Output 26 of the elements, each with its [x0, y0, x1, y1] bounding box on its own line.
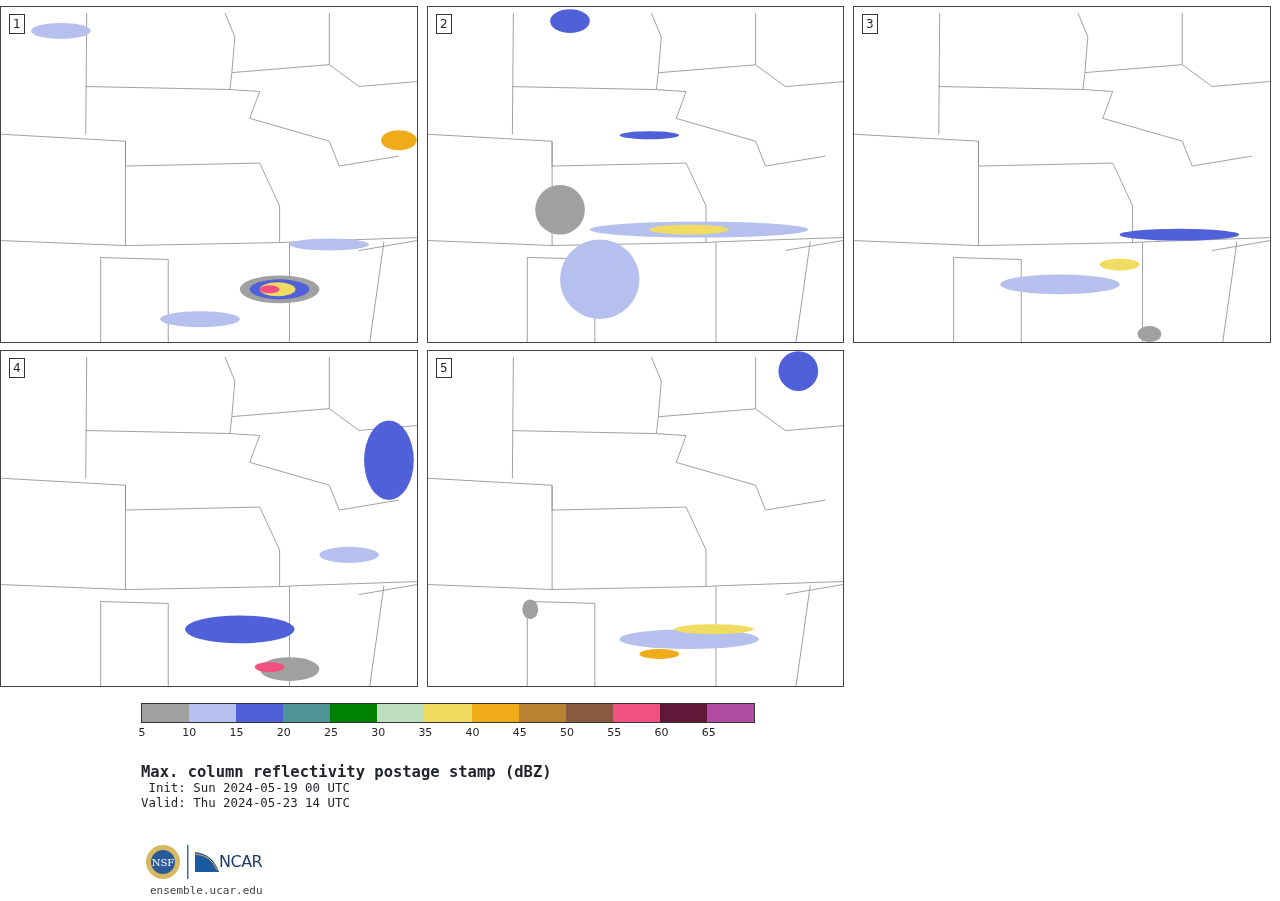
- ncar-arc-icon: [195, 852, 219, 872]
- tick-label: 60: [654, 727, 669, 740]
- panel-number: 2: [436, 14, 452, 34]
- chart-title: Max. column reflectivity postage stamp (dBZ): [141, 763, 553, 781]
- tick-label: 55: [607, 727, 622, 740]
- tick-label: 25: [323, 727, 338, 740]
- tick-label: 5: [138, 727, 146, 740]
- init-time-text: Init: Sun 2024-05-19 00 UTC: [147, 781, 351, 796]
- panel-number: 3: [862, 14, 878, 34]
- logo-divider: [187, 845, 189, 879]
- ncar-logo-text: NCAR: [219, 851, 263, 873]
- valid-time-text: Valid: Thu 2024-05-23 14 UTC: [141, 795, 351, 810]
- panel-number: 1: [9, 14, 25, 34]
- tick-label: 40: [465, 727, 480, 740]
- panel-number: 4: [9, 358, 25, 378]
- tick-label: 15: [229, 727, 244, 740]
- tick-label: 20: [276, 727, 291, 740]
- tick-label: 45: [512, 727, 527, 740]
- site-url-text: ensemble.ucar.edu: [150, 883, 264, 899]
- nsf-seal-logo: NSF: [145, 844, 181, 880]
- tick-label: 65: [701, 727, 716, 740]
- panel-number: 5: [436, 358, 452, 378]
- tick-label: 10: [182, 727, 197, 740]
- tick-label: 30: [371, 727, 386, 740]
- tick-label: 50: [560, 727, 575, 740]
- tick-label: 35: [418, 727, 433, 740]
